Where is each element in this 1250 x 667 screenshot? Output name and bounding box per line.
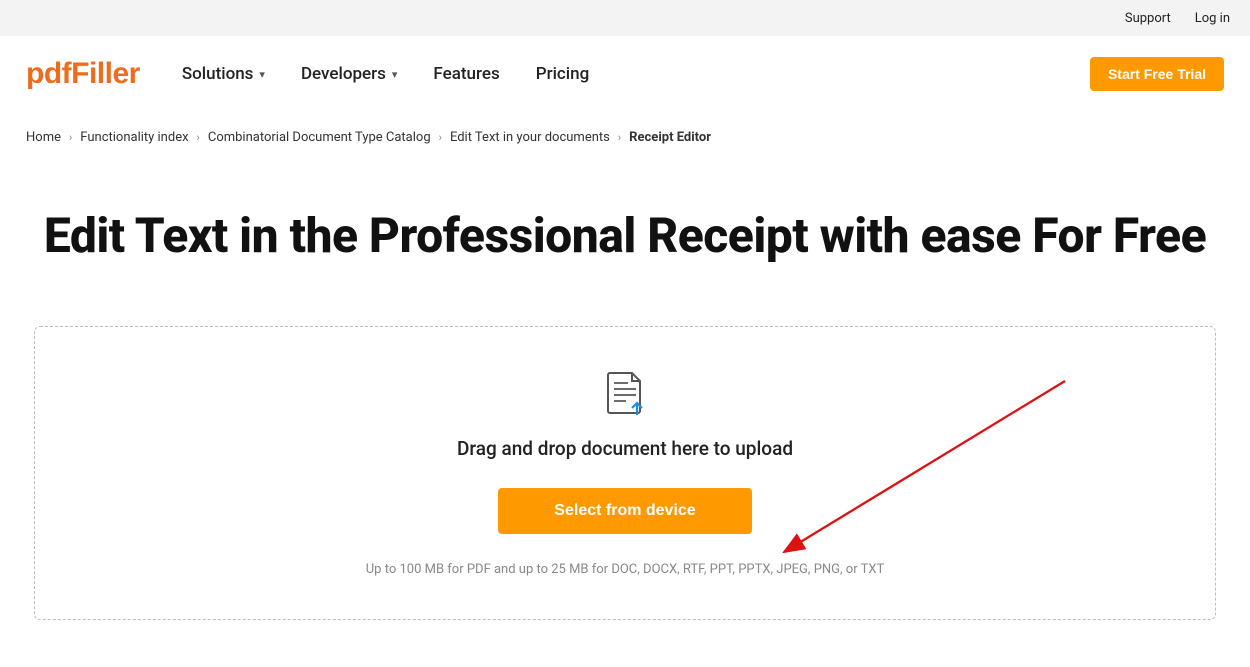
main-nav: pdfFiller Solutions ▾ Developers ▾ Featu…	[0, 36, 1250, 112]
top-utility-bar: Support Log in	[0, 0, 1250, 36]
upload-size-note: Up to 100 MB for PDF and up to 25 MB for…	[55, 562, 1195, 577]
chevron-down-icon: ▾	[259, 68, 265, 81]
crumb-edit-text[interactable]: Edit Text in your documents	[450, 130, 610, 145]
login-link[interactable]: Log in	[1195, 11, 1230, 26]
nav-label: Features	[433, 64, 499, 84]
logo[interactable]: pdfFiller	[26, 57, 140, 91]
support-link[interactable]: Support	[1125, 11, 1171, 26]
crumb-functionality-index[interactable]: Functionality index	[80, 130, 188, 145]
chevron-right-icon: ›	[69, 131, 72, 144]
crumb-doc-type-catalog[interactable]: Combinatorial Document Type Catalog	[208, 130, 431, 145]
upload-section: Drag and drop document here to upload Se…	[0, 296, 1250, 620]
crumb-current: Receipt Editor	[629, 130, 711, 145]
nav-items: Solutions ▾ Developers ▾ Features Pricin…	[182, 64, 1090, 84]
nav-label: Solutions	[182, 64, 254, 84]
chevron-right-icon: ›	[197, 131, 200, 144]
nav-label: Pricing	[536, 64, 590, 84]
upload-drag-text: Drag and drop document here to upload	[55, 437, 1195, 460]
start-free-trial-button[interactable]: Start Free Trial	[1090, 57, 1224, 91]
breadcrumb: Home › Functionality index › Combinatori…	[0, 112, 1250, 155]
nav-developers[interactable]: Developers ▾	[301, 64, 397, 84]
chevron-down-icon: ▾	[392, 68, 398, 81]
chevron-right-icon: ›	[439, 131, 442, 144]
nav-features[interactable]: Features	[433, 64, 499, 84]
nav-pricing[interactable]: Pricing	[536, 64, 590, 84]
logo-filler: Filler	[71, 57, 140, 90]
upload-dropzone[interactable]: Drag and drop document here to upload Se…	[34, 326, 1216, 620]
logo-pdf: pdf	[26, 57, 71, 90]
document-upload-icon	[55, 371, 1195, 419]
select-from-device-button[interactable]: Select from device	[498, 488, 751, 534]
hero: Edit Text in the Professional Receipt wi…	[0, 155, 1250, 296]
page-title: Edit Text in the Professional Receipt wi…	[40, 205, 1210, 266]
crumb-home[interactable]: Home	[26, 130, 61, 145]
nav-solutions[interactable]: Solutions ▾	[182, 64, 265, 84]
nav-label: Developers	[301, 64, 386, 84]
chevron-right-icon: ›	[618, 131, 621, 144]
